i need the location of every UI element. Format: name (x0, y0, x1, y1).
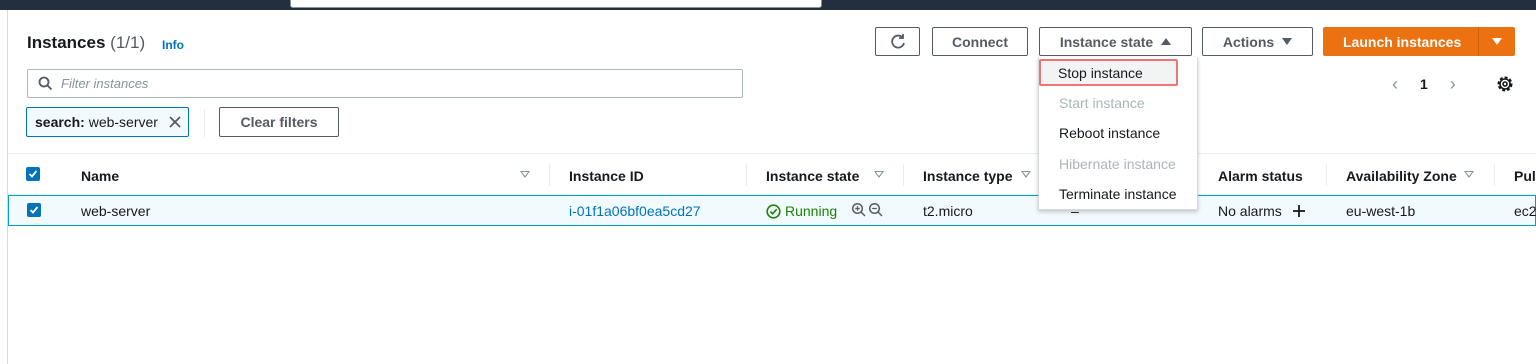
column-header-instance-type[interactable]: Instance type (923, 168, 1012, 184)
instance-state-label: Instance state (1059, 33, 1154, 50)
zoom-in-icon[interactable] (851, 202, 867, 218)
menu-item-reboot-instance[interactable]: Reboot instance (1059, 125, 1160, 141)
cell-public-dns: ec2 (1514, 203, 1536, 219)
launch-dropdown-button[interactable] (1479, 27, 1515, 56)
row-checkbox[interactable] (27, 203, 41, 217)
check-icon (28, 170, 38, 178)
caret-down-icon (1492, 38, 1502, 45)
column-header-instance-state[interactable]: Instance state (766, 168, 859, 184)
page-title-text: Instances (27, 33, 106, 52)
filter-token: search: web-server (26, 107, 189, 137)
instance-count: (1/1) (110, 33, 146, 52)
plus-icon[interactable] (1292, 204, 1306, 218)
menu-item-terminate-instance[interactable]: Terminate instance (1059, 186, 1177, 202)
launch-instances-label: Launch instances (1343, 33, 1462, 50)
sort-icon[interactable] (1021, 171, 1031, 178)
table-header: Name Instance ID Instance state Instance… (8, 153, 1536, 195)
actions-label: Actions (1222, 33, 1275, 50)
sort-icon[interactable] (874, 171, 884, 178)
clear-filters-button[interactable]: Clear filters (219, 107, 339, 137)
actions-button[interactable]: Actions (1202, 27, 1313, 56)
info-link[interactable]: Info (162, 38, 184, 52)
column-header-alarm-status[interactable]: Alarm status (1218, 168, 1303, 184)
cell-alarm-status: No alarms (1218, 203, 1306, 219)
cell-instance-type: t2.micro (923, 203, 973, 219)
cell-instance-state: Running (766, 203, 837, 219)
refresh-button[interactable] (875, 27, 920, 56)
pagination: ‹ 1 › (1392, 72, 1456, 96)
current-page[interactable]: 1 (1420, 76, 1428, 92)
filter-token-key: search: (35, 114, 85, 130)
chevron-left-icon[interactable]: ‹ (1392, 74, 1398, 95)
top-navigation-bar (0, 0, 1536, 10)
zoom-controls (851, 202, 884, 218)
column-header-instance-id[interactable]: Instance ID (569, 168, 644, 184)
search-icon (38, 76, 53, 91)
filter-divider (204, 109, 205, 137)
chevron-right-icon[interactable]: › (1450, 74, 1456, 95)
column-divider (1326, 164, 1327, 186)
column-header-public[interactable]: Pul (1514, 168, 1536, 184)
state-running-label: Running (785, 203, 838, 219)
column-divider (549, 164, 550, 186)
caret-down-icon (1282, 38, 1293, 45)
sort-icon[interactable] (1464, 171, 1474, 178)
highlighted-item-label: Stop instance (1058, 65, 1143, 81)
cell-instance-id-link[interactable]: i-01f1a06bf0ea5cd27 (569, 203, 701, 219)
cell-availability-zone: eu-west-1b (1346, 203, 1416, 219)
select-all-checkbox[interactable] (26, 167, 40, 181)
column-header-name[interactable]: Name (81, 168, 119, 184)
menu-item-hibernate-instance: Hibernate instance (1059, 156, 1176, 172)
gear-icon[interactable] (1494, 73, 1516, 95)
menu-item-start-instance: Start instance (1059, 95, 1145, 111)
connect-button[interactable]: Connect (932, 27, 1028, 56)
check-circle-icon (766, 203, 781, 219)
instance-state-button[interactable]: Instance state (1039, 27, 1192, 56)
connect-label: Connect (952, 33, 1008, 50)
close-icon[interactable] (168, 115, 182, 129)
filter-token-value: web-server (88, 114, 158, 130)
column-divider (903, 164, 904, 186)
column-divider (1494, 164, 1495, 186)
caret-up-icon (1161, 38, 1172, 45)
stop-instance-highlight[interactable]: Stop instance (1039, 59, 1178, 86)
column-header-availability-zone[interactable]: Availability Zone (1346, 168, 1457, 184)
filter-instances-input[interactable] (61, 76, 701, 91)
table-row[interactable]: web-server i-01f1a06bf0ea5cd27 Running t… (8, 195, 1536, 226)
check-icon (29, 206, 39, 214)
alarm-status-label: No alarms (1218, 203, 1282, 219)
zoom-out-icon[interactable] (868, 202, 884, 218)
global-search-box[interactable] (290, 0, 822, 8)
clear-filters-label: Clear filters (240, 114, 318, 130)
cell-name: web-server (81, 203, 151, 219)
sort-icon[interactable] (520, 171, 530, 178)
column-divider (746, 164, 747, 186)
page-title: Instances (1/1) (27, 33, 145, 53)
filter-bar (27, 69, 743, 98)
refresh-icon (890, 33, 905, 48)
